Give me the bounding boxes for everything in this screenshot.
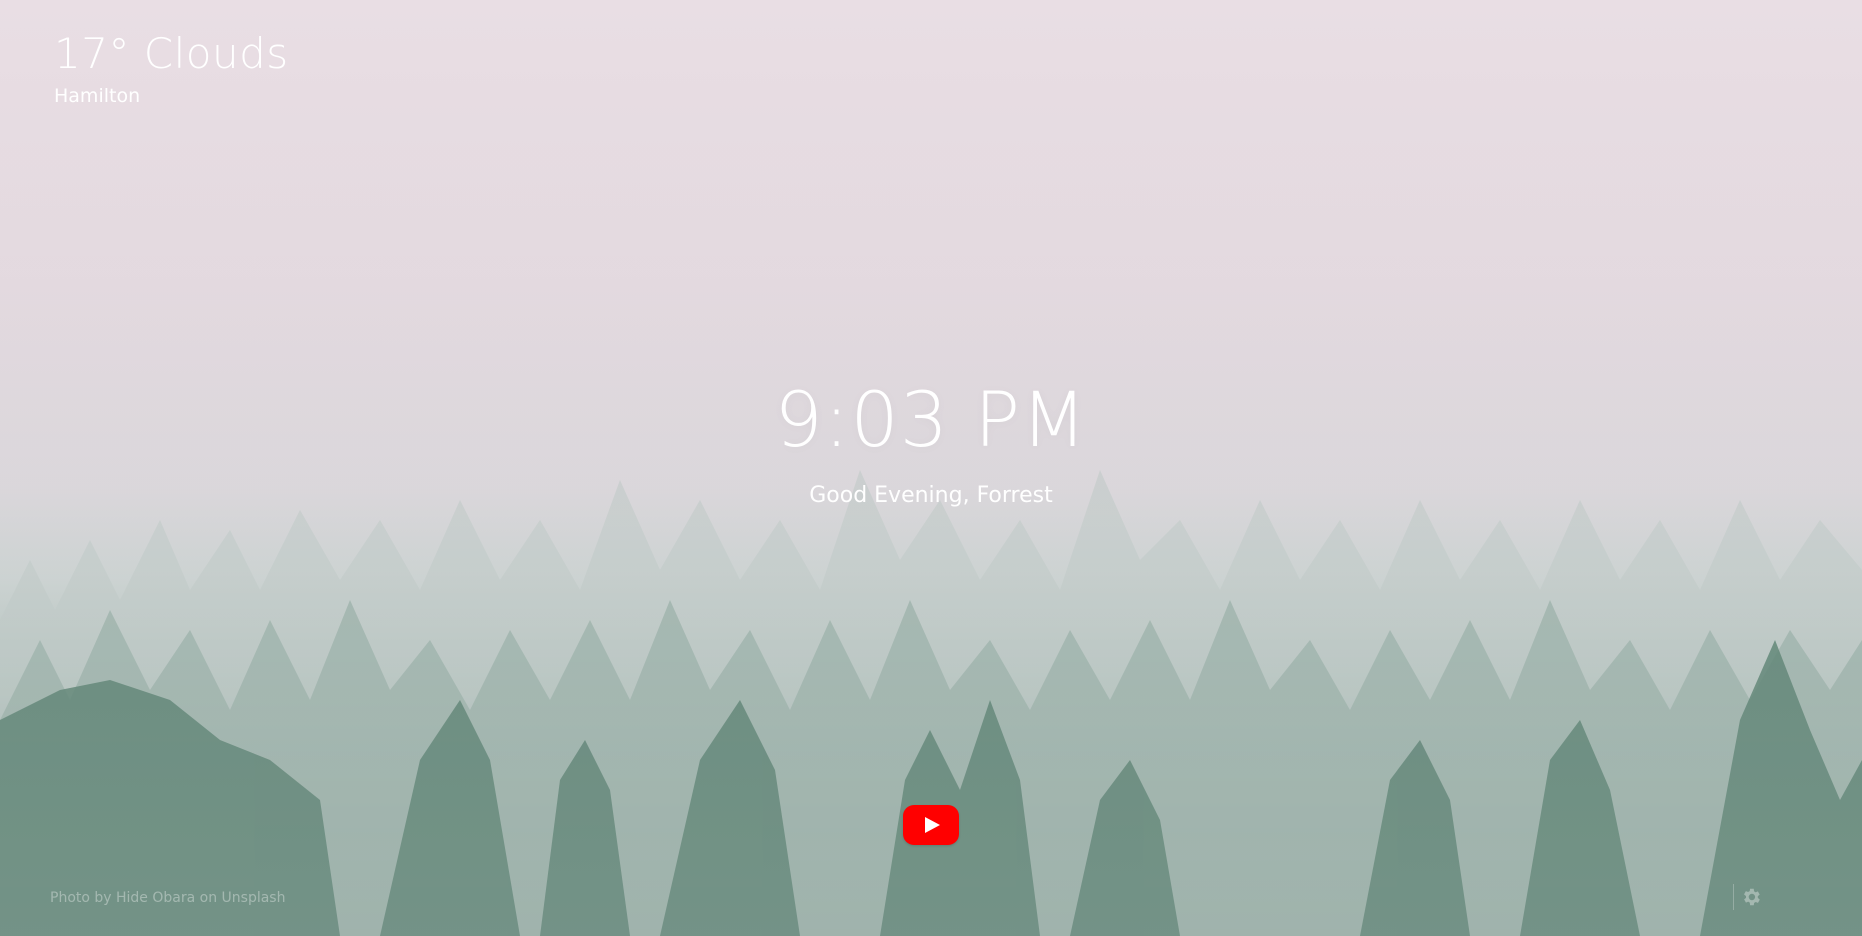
new-tab-page: 17° Clouds Hamilton 9:03 PM Good Evening…	[0, 0, 1862, 936]
greeting-text: Good Evening, Forrest	[809, 483, 1053, 508]
weather-location: Hamilton	[54, 85, 141, 107]
weather-summary: 17° Clouds	[54, 29, 289, 78]
youtube-play-icon	[925, 817, 940, 833]
photo-credit[interactable]: Photo by Hide Obara on Unsplash	[50, 890, 285, 906]
weather-widget[interactable]: 17° Clouds Hamilton	[54, 26, 289, 108]
gear-icon[interactable]	[1740, 886, 1762, 908]
clock-panel: 9:03 PM Good Evening, Forrest	[0, 372, 1862, 510]
youtube-button[interactable]	[903, 805, 959, 845]
footer-divider	[1733, 884, 1734, 910]
clock-time: 9:03 PM	[774, 375, 1088, 464]
photo-credit-link[interactable]: Photo by Hide Obara on Unsplash	[50, 890, 285, 906]
